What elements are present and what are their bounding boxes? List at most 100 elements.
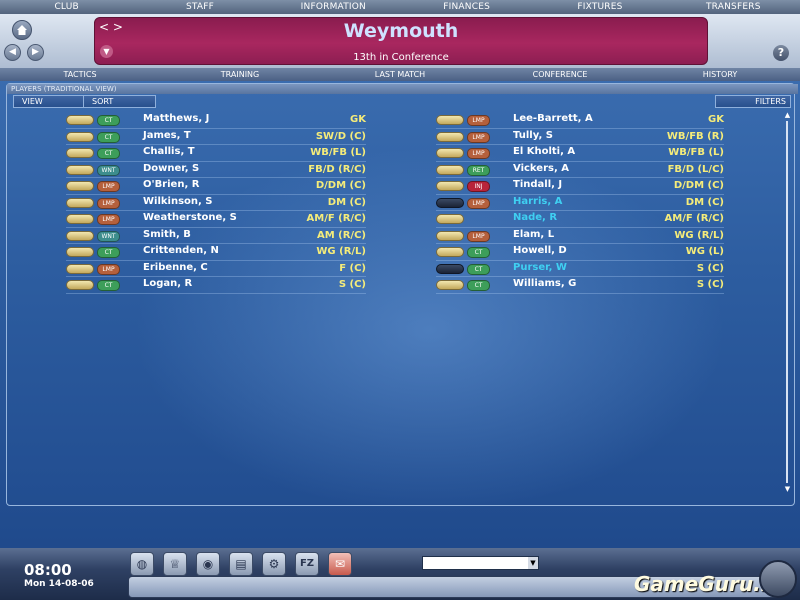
player-name[interactable]: Williams, G <box>513 278 576 289</box>
player-name[interactable]: Tindall, J <box>513 179 562 190</box>
player-row[interactable]: WNT Smith, B AM (R/C) <box>66 228 366 244</box>
player-row[interactable]: CT Logan, R S (C) <box>66 277 366 294</box>
player-name[interactable]: O'Brien, R <box>143 179 199 190</box>
fz-icon[interactable]: FZ <box>295 552 319 576</box>
player-row[interactable]: CT Williams, G S (C) <box>436 277 724 294</box>
selection-pill[interactable] <box>436 115 464 125</box>
player-name[interactable]: Howell, D <box>513 245 567 256</box>
player-name[interactable]: Tully, S <box>513 130 553 141</box>
player-name[interactable]: Logan, R <box>143 278 192 289</box>
player-row[interactable]: CT Purser, W S (C) <box>436 261 724 277</box>
player-row[interactable]: CT Howell, D WG (L) <box>436 244 724 261</box>
trophy-icon[interactable]: ♕ <box>163 552 187 576</box>
menu-finances[interactable]: FINANCES <box>400 0 533 14</box>
settings-icon[interactable]: ⚙ <box>262 552 286 576</box>
player-row[interactable]: LMP Elam, L WG (R/L) <box>436 228 724 244</box>
selection-pill[interactable] <box>436 131 464 142</box>
player-row[interactable]: CT James, T SW/D (C) <box>66 129 366 145</box>
selection-pill[interactable] <box>66 181 94 191</box>
player-row[interactable]: RET Vickers, A FB/D (L/C) <box>436 162 724 178</box>
tab-tactics[interactable]: TACTICS <box>0 68 160 81</box>
player-row[interactable]: CT Matthews, J GK <box>66 112 366 129</box>
menu-information[interactable]: INFORMATION <box>267 0 400 14</box>
globe-icon[interactable]: ◉ <box>196 552 220 576</box>
selection-pill[interactable] <box>66 230 94 241</box>
selection-pill[interactable] <box>436 164 464 175</box>
player-name[interactable]: Wilkinson, S <box>143 196 213 207</box>
player-icon[interactable]: ◍ <box>130 552 154 576</box>
player-row[interactable]: WNT Downer, S FB/D (R/C) <box>66 162 366 178</box>
notes-icon[interactable]: ▤ <box>229 552 253 576</box>
selection-pill[interactable] <box>436 197 464 208</box>
selection-pill[interactable] <box>66 263 94 274</box>
player-row[interactable]: CT Challis, T WB/FB (L) <box>66 145 366 162</box>
player-name[interactable]: Crittenden, N <box>143 245 219 256</box>
help-button[interactable]: ? <box>773 45 789 61</box>
forward-button[interactable]: ▶ <box>27 44 44 61</box>
player-name[interactable]: Vickers, A <box>513 163 569 174</box>
player-name[interactable]: Matthews, J <box>143 113 209 124</box>
quick-select[interactable]: ▼ <box>422 556 539 570</box>
player-name[interactable]: Challis, T <box>143 146 195 157</box>
tab-history[interactable]: HISTORY <box>640 68 800 81</box>
player-name[interactable]: Downer, S <box>143 163 199 174</box>
player-name[interactable]: Elam, L <box>513 229 554 240</box>
player-row[interactable]: LMP Weatherstone, S AM/F (R/C) <box>66 211 366 228</box>
selection-pill[interactable] <box>436 280 464 290</box>
selection-pill[interactable] <box>66 280 94 290</box>
selection-pill[interactable] <box>66 197 94 208</box>
player-name[interactable]: Lee-Barrett, A <box>513 113 593 124</box>
home-button[interactable] <box>12 20 32 40</box>
selection-pill[interactable] <box>436 181 464 191</box>
player-name[interactable]: Eribenne, C <box>143 262 208 273</box>
player-row[interactable]: LMP Lee-Barrett, A GK <box>436 112 724 129</box>
selection-pill[interactable] <box>66 148 94 158</box>
player-name[interactable]: El Kholti, A <box>513 146 575 157</box>
menu-transfers[interactable]: TRANSFERS <box>667 0 800 14</box>
mail-icon[interactable]: ✉ <box>328 552 352 576</box>
tab-training[interactable]: TRAINING <box>160 68 320 81</box>
selection-pill[interactable] <box>66 115 94 125</box>
selection-pill[interactable] <box>436 230 464 241</box>
player-row[interactable]: Nade, R AM/F (R/C) <box>436 211 724 228</box>
selection-pill[interactable] <box>436 214 464 224</box>
selection-pill[interactable] <box>436 263 464 274</box>
player-name[interactable]: Weatherstone, S <box>143 212 237 223</box>
filters-button[interactable]: FILTERS <box>715 95 791 108</box>
menu-fixtures[interactable]: FIXTURES <box>533 0 666 14</box>
tab-last-match[interactable]: LAST MATCH <box>320 68 480 81</box>
scrollbar[interactable]: ▲ ▼ <box>784 111 791 493</box>
scroll-down-icon[interactable]: ▼ <box>784 485 791 493</box>
chevron-down-icon[interactable]: ▼ <box>528 557 538 569</box>
player-name[interactable]: Purser, W <box>513 262 567 273</box>
player-position: S (C) <box>338 279 366 290</box>
scroll-track[interactable] <box>786 121 788 483</box>
selection-pill[interactable] <box>66 214 94 224</box>
selection-pill[interactable] <box>436 148 464 158</box>
selection-pill[interactable] <box>66 247 94 257</box>
selection-pill[interactable] <box>66 131 94 142</box>
player-row[interactable]: LMP Harris, A DM (C) <box>436 195 724 211</box>
menu-club[interactable]: CLUB <box>0 0 133 14</box>
player-name[interactable]: James, T <box>143 130 191 141</box>
sort-button[interactable]: SORT <box>83 95 156 108</box>
menu-staff[interactable]: STAFF <box>133 0 266 14</box>
continue-button[interactable] <box>759 560 797 598</box>
scroll-up-icon[interactable]: ▲ <box>784 111 791 119</box>
player-row[interactable]: LMP Wilkinson, S DM (C) <box>66 195 366 211</box>
status-badge: CT <box>467 247 490 258</box>
selection-pill[interactable] <box>436 247 464 257</box>
view-button[interactable]: VIEW <box>13 95 86 108</box>
player-row[interactable]: LMP O'Brien, R D/DM (C) <box>66 178 366 195</box>
player-row[interactable]: INJ Tindall, J D/DM (C) <box>436 178 724 195</box>
player-name[interactable]: Nade, R <box>513 212 557 223</box>
player-name[interactable]: Harris, A <box>513 196 562 207</box>
selection-pill[interactable] <box>66 164 94 175</box>
player-name[interactable]: Smith, B <box>143 229 191 240</box>
player-row[interactable]: LMP Tully, S WB/FB (R) <box>436 129 724 145</box>
back-button[interactable]: ◀ <box>4 44 21 61</box>
player-row[interactable]: CT Crittenden, N WG (R/L) <box>66 244 366 261</box>
player-row[interactable]: LMP El Kholti, A WB/FB (L) <box>436 145 724 162</box>
tab-conference[interactable]: CONFERENCE <box>480 68 640 81</box>
player-row[interactable]: LMP Eribenne, C F (C) <box>66 261 366 277</box>
